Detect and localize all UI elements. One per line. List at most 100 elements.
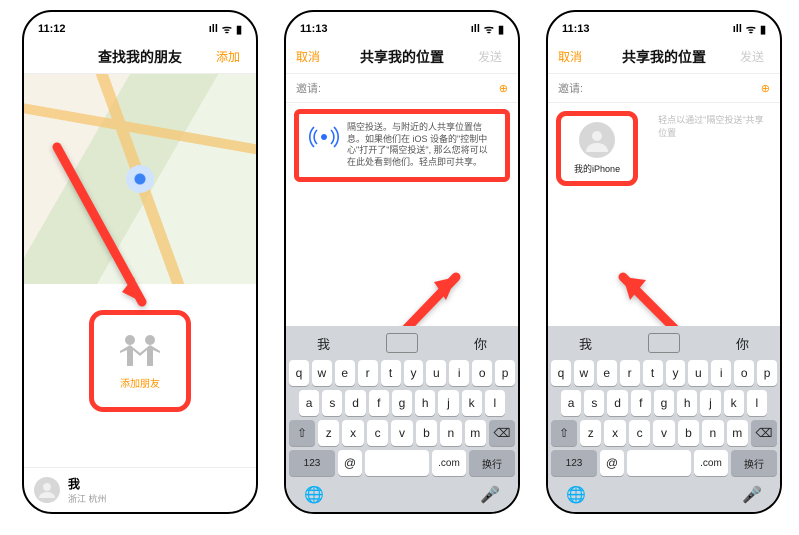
- key-k[interactable]: k: [724, 390, 744, 416]
- mic-icon[interactable]: 🎤: [479, 484, 501, 506]
- invite-bar[interactable]: 邀请: ⊕: [548, 74, 780, 103]
- key-row-1: qwertyuiop: [289, 360, 515, 386]
- key-t[interactable]: t: [381, 360, 401, 386]
- key-q[interactable]: q: [289, 360, 309, 386]
- return-key[interactable]: 换行: [731, 450, 777, 476]
- send-button[interactable]: 发送: [740, 48, 770, 65]
- key-d[interactable]: d: [607, 390, 627, 416]
- backspace-key[interactable]: ⌫: [489, 420, 515, 446]
- key-e[interactable]: e: [335, 360, 355, 386]
- key-d[interactable]: d: [345, 390, 365, 416]
- numeric-key[interactable]: 123: [289, 450, 335, 476]
- suggestion-1[interactable]: 我: [579, 334, 592, 353]
- key-w[interactable]: w: [574, 360, 594, 386]
- add-friends-card[interactable]: 添加朋友: [89, 310, 191, 412]
- invite-input[interactable]: [327, 81, 499, 95]
- invite-input[interactable]: [589, 81, 761, 95]
- key-f[interactable]: f: [369, 390, 389, 416]
- key-a[interactable]: a: [561, 390, 581, 416]
- add-contact-icon[interactable]: ⊕: [761, 82, 770, 95]
- key-n[interactable]: n: [702, 420, 723, 446]
- key-c[interactable]: c: [367, 420, 388, 446]
- invite-bar[interactable]: 邀请: ⊕: [286, 74, 518, 103]
- key-f[interactable]: f: [631, 390, 651, 416]
- key-i[interactable]: i: [711, 360, 731, 386]
- keyboard[interactable]: 我 你 qwertyuiop asdfghjkl ⇧ zxcvbnm ⌫ 123…: [548, 326, 780, 512]
- me-row[interactable]: 我 浙江 杭州: [24, 467, 256, 512]
- handwriting-icon[interactable]: [648, 333, 680, 353]
- key-g[interactable]: g: [654, 390, 674, 416]
- key-h[interactable]: h: [677, 390, 697, 416]
- globe-icon[interactable]: 🌐: [303, 484, 325, 506]
- key-u[interactable]: u: [688, 360, 708, 386]
- key-r[interactable]: r: [620, 360, 640, 386]
- status-bar: 11:13 ıll ᯤ ▮: [548, 12, 780, 40]
- key-x[interactable]: x: [342, 420, 363, 446]
- key-g[interactable]: g: [392, 390, 412, 416]
- key-s[interactable]: s: [584, 390, 604, 416]
- backspace-key[interactable]: ⌫: [751, 420, 777, 446]
- suggestion-3[interactable]: 你: [736, 334, 749, 353]
- key-r[interactable]: r: [358, 360, 378, 386]
- suggestion-1[interactable]: 我: [317, 334, 330, 353]
- key-m[interactable]: m: [465, 420, 486, 446]
- space-key[interactable]: [365, 450, 429, 476]
- shift-key[interactable]: ⇧: [289, 420, 315, 446]
- suggestion-3[interactable]: 你: [474, 334, 487, 353]
- dotcom-key[interactable]: .com: [694, 450, 728, 476]
- cancel-button[interactable]: 取消: [296, 48, 326, 65]
- key-h[interactable]: h: [415, 390, 435, 416]
- key-o[interactable]: o: [734, 360, 754, 386]
- return-key[interactable]: 换行: [469, 450, 515, 476]
- key-y[interactable]: y: [404, 360, 424, 386]
- key-b[interactable]: b: [416, 420, 437, 446]
- airdrop-contact-card[interactable]: 我的iPhone: [556, 111, 638, 186]
- map-view[interactable]: [24, 74, 256, 284]
- key-z[interactable]: z: [580, 420, 601, 446]
- key-e[interactable]: e: [597, 360, 617, 386]
- key-p[interactable]: p: [757, 360, 777, 386]
- handwriting-icon[interactable]: [386, 333, 418, 353]
- at-key[interactable]: @: [338, 450, 362, 476]
- dotcom-key[interactable]: .com: [432, 450, 466, 476]
- keyboard[interactable]: 我 你 qwertyuiop asdfghjkl ⇧ zxcvbnm ⌫ 123…: [286, 326, 518, 512]
- key-t[interactable]: t: [643, 360, 663, 386]
- cancel-button[interactable]: 取消: [558, 48, 588, 65]
- key-k[interactable]: k: [462, 390, 482, 416]
- key-p[interactable]: p: [495, 360, 515, 386]
- globe-icon[interactable]: 🌐: [565, 484, 587, 506]
- key-y[interactable]: y: [666, 360, 686, 386]
- add-contact-icon[interactable]: ⊕: [499, 82, 508, 95]
- key-b[interactable]: b: [678, 420, 699, 446]
- nav-bar: 查找我的朋友 添加: [24, 40, 256, 74]
- key-q[interactable]: q: [551, 360, 571, 386]
- key-x[interactable]: x: [604, 420, 625, 446]
- key-n[interactable]: n: [440, 420, 461, 446]
- suggestion-bar[interactable]: 我 你: [551, 330, 777, 356]
- key-i[interactable]: i: [449, 360, 469, 386]
- nav-add-button[interactable]: 添加: [216, 48, 246, 65]
- key-m[interactable]: m: [727, 420, 748, 446]
- key-z[interactable]: z: [318, 420, 339, 446]
- key-a[interactable]: a: [299, 390, 319, 416]
- key-l[interactable]: l: [747, 390, 767, 416]
- invite-label: 邀请:: [558, 80, 583, 96]
- key-v[interactable]: v: [653, 420, 674, 446]
- shift-key[interactable]: ⇧: [551, 420, 577, 446]
- key-o[interactable]: o: [472, 360, 492, 386]
- key-j[interactable]: j: [438, 390, 458, 416]
- send-button[interactable]: 发送: [478, 48, 508, 65]
- key-l[interactable]: l: [485, 390, 505, 416]
- mic-icon[interactable]: 🎤: [741, 484, 763, 506]
- numeric-key[interactable]: 123: [551, 450, 597, 476]
- key-j[interactable]: j: [700, 390, 720, 416]
- key-u[interactable]: u: [426, 360, 446, 386]
- battery-icon: ▮: [760, 23, 766, 36]
- space-key[interactable]: [627, 450, 691, 476]
- key-c[interactable]: c: [629, 420, 650, 446]
- key-v[interactable]: v: [391, 420, 412, 446]
- key-s[interactable]: s: [322, 390, 342, 416]
- at-key[interactable]: @: [600, 450, 624, 476]
- key-w[interactable]: w: [312, 360, 332, 386]
- suggestion-bar[interactable]: 我 你: [289, 330, 515, 356]
